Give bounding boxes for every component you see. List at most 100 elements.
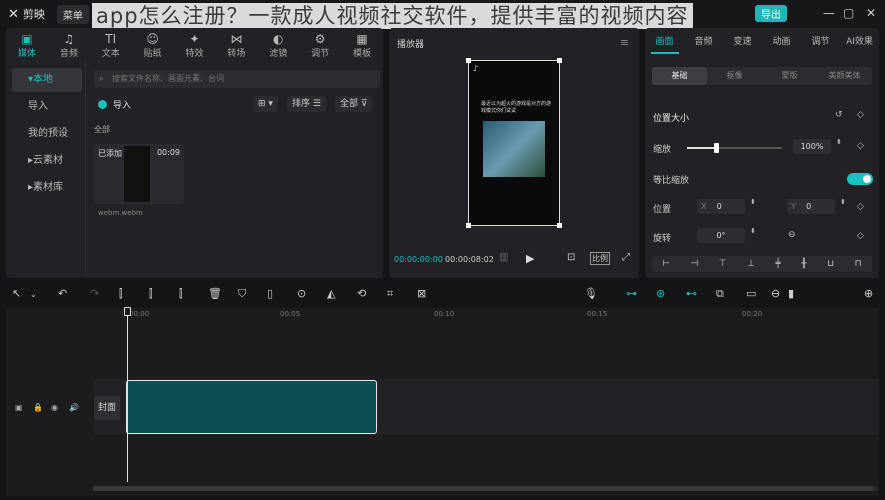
- tab-effects[interactable]: ✦ 特效: [174, 28, 216, 60]
- scale-slider-knob[interactable]: [713, 143, 719, 153]
- view-mode-button[interactable]: ⊞ ▾: [253, 96, 278, 112]
- eye-icon[interactable]: ◉: [51, 403, 58, 412]
- tab-media[interactable]: ▣ 媒体: [6, 28, 48, 60]
- rotate-icon[interactable]: ⟲: [357, 287, 366, 300]
- crop-icon[interactable]: ⌗: [387, 287, 393, 301]
- mirror-icon[interactable]: ◭: [327, 287, 335, 300]
- distribute-h-icon[interactable]: ⊔: [827, 256, 834, 272]
- link-track-icon[interactable]: ⊶: [626, 287, 637, 300]
- sidebar-item-library[interactable]: ▸素材库: [12, 176, 82, 200]
- cover-button[interactable]: 封面: [94, 396, 120, 420]
- sidebar-item-cloud[interactable]: ▸云素材: [12, 149, 82, 173]
- scrollbar-thumb[interactable]: [93, 486, 873, 491]
- tab-adjust[interactable]: ⚙ 调节: [299, 28, 341, 60]
- subtab-mask[interactable]: 蒙版: [762, 67, 817, 85]
- freeze-icon[interactable]: ▯: [267, 287, 273, 300]
- tab-audio-props[interactable]: 音频: [684, 34, 723, 47]
- undo-icon[interactable]: ↶: [58, 287, 67, 300]
- fullscreen-preview-icon[interactable]: ⊡: [567, 252, 575, 263]
- align-right-icon[interactable]: ⊤: [719, 256, 727, 272]
- media-clip-thumbnail[interactable]: 已添加 00:09: [94, 144, 184, 204]
- align-center-v-icon[interactable]: ╪: [775, 256, 780, 272]
- import-radio[interactable]: [98, 100, 107, 109]
- keyframe-icon[interactable]: ◇: [857, 110, 864, 120]
- zoom-in-icon[interactable]: ⊕: [864, 287, 873, 300]
- expand-icon[interactable]: ⤢: [622, 252, 630, 263]
- stepper-icon[interactable]: ⬍: [750, 227, 756, 235]
- menu-button[interactable]: 菜单: [56, 4, 89, 24]
- rotate-dial-icon[interactable]: ⊖: [788, 230, 796, 240]
- shield-icon[interactable]: ⛉: [238, 287, 246, 301]
- align-bottom-icon[interactable]: ╫: [801, 256, 806, 272]
- search-input[interactable]: ⌕ 搜索文件名称、画面元素、台词: [94, 70, 380, 88]
- zoom-out-icon[interactable]: ⊖: [771, 287, 780, 300]
- play-icon[interactable]: ▶: [526, 252, 534, 265]
- tab-sticker[interactable]: ☺ 贴纸: [132, 28, 174, 60]
- keyframe-icon[interactable]: ◇: [857, 231, 864, 241]
- magnet-icon[interactable]: ⊛: [656, 287, 665, 300]
- reset-icon[interactable]: ↺: [835, 110, 843, 120]
- uniform-scale-toggle[interactable]: [847, 173, 873, 185]
- keyframe-icon[interactable]: ◇: [857, 141, 864, 151]
- tab-picture[interactable]: 画面: [645, 34, 684, 47]
- redo-icon[interactable]: ↷: [90, 287, 99, 300]
- filter-button[interactable]: 全部 ⊽: [335, 96, 373, 112]
- tab-templates[interactable]: ▦ 模板: [341, 28, 383, 60]
- export-button[interactable]: 导出: [755, 5, 787, 22]
- stepper-icon[interactable]: ⬍: [750, 198, 756, 206]
- track-video-icon[interactable]: ▣: [15, 403, 23, 412]
- resize-handle[interactable]: [466, 58, 471, 63]
- delete-icon[interactable]: 🗑: [208, 287, 222, 300]
- tab-speed[interactable]: 变速: [723, 34, 762, 47]
- playhead[interactable]: [127, 310, 128, 482]
- position-y-field[interactable]: Y 0: [787, 199, 835, 214]
- grid-icon[interactable]: ▥: [499, 252, 508, 263]
- distribute-v-icon[interactable]: ⊓: [855, 256, 862, 272]
- subtab-basic[interactable]: 基础: [652, 67, 707, 85]
- tab-ai-effects[interactable]: AI效果: [840, 34, 879, 47]
- stepper-icon[interactable]: ⬍: [836, 138, 842, 146]
- resize-handle[interactable]: [557, 223, 562, 228]
- subtab-cutout[interactable]: 抠像: [707, 67, 762, 85]
- tab-transitions[interactable]: ⋈ 转场: [215, 28, 257, 60]
- reverse-icon[interactable]: ⊙: [297, 287, 306, 300]
- microphone-icon[interactable]: 🎙: [584, 287, 598, 300]
- tab-adjust-props[interactable]: 调节: [801, 34, 840, 47]
- preview-axis-icon[interactable]: ▭: [746, 287, 756, 300]
- timeline-clip[interactable]: [126, 380, 377, 434]
- menu-icon[interactable]: ≡: [620, 36, 629, 49]
- rotate-field[interactable]: 0°: [697, 228, 745, 243]
- align-top-icon[interactable]: ⊥: [747, 256, 755, 272]
- split-right-icon[interactable]: ⫿: [179, 287, 183, 301]
- linkage-icon[interactable]: ⧉: [716, 287, 724, 301]
- sidebar-item-import[interactable]: 导入: [12, 95, 82, 119]
- import-option[interactable]: 导入: [98, 98, 131, 111]
- image-icon[interactable]: ⊠: [417, 287, 426, 300]
- keyframe-icon[interactable]: ◇: [857, 202, 864, 212]
- video-preview[interactable]: ♪ 最近以为超火的游戏是对方的游戏模式你们试试: [466, 58, 562, 228]
- timeline-scrollbar[interactable]: [93, 486, 878, 491]
- align-left-icon[interactable]: ⊢: [662, 256, 670, 272]
- volume-icon[interactable]: 🔊: [69, 403, 79, 412]
- snap-icon[interactable]: ⊷: [686, 287, 697, 300]
- resize-handle[interactable]: [466, 223, 471, 228]
- sidebar-item-presets[interactable]: 我的预设: [12, 122, 82, 146]
- sort-button[interactable]: 排序 ☰: [287, 96, 326, 112]
- tab-animation[interactable]: 动画: [762, 34, 801, 47]
- minimize-icon[interactable]: —: [823, 6, 835, 20]
- ratio-button[interactable]: 比例: [590, 252, 610, 265]
- tab-audio[interactable]: ♫ 音频: [48, 28, 90, 60]
- tab-text[interactable]: TI 文本: [90, 28, 132, 60]
- resize-handle[interactable]: [557, 58, 562, 63]
- subtab-beauty[interactable]: 美颜美体: [817, 67, 872, 85]
- position-x-field[interactable]: X 0: [697, 199, 745, 214]
- close-icon[interactable]: ✕: [866, 6, 876, 20]
- stepper-icon[interactable]: ⬍: [840, 198, 846, 206]
- split-left-icon[interactable]: ⫿: [149, 287, 153, 301]
- sidebar-item-local[interactable]: ▾本地: [12, 68, 82, 92]
- playhead-handle[interactable]: [124, 307, 131, 316]
- lock-icon[interactable]: 🔒: [33, 403, 43, 412]
- split-icon[interactable]: ⫿: [119, 287, 123, 301]
- select-tool-icon[interactable]: ↖: [12, 287, 21, 300]
- scale-slider[interactable]: [687, 143, 782, 153]
